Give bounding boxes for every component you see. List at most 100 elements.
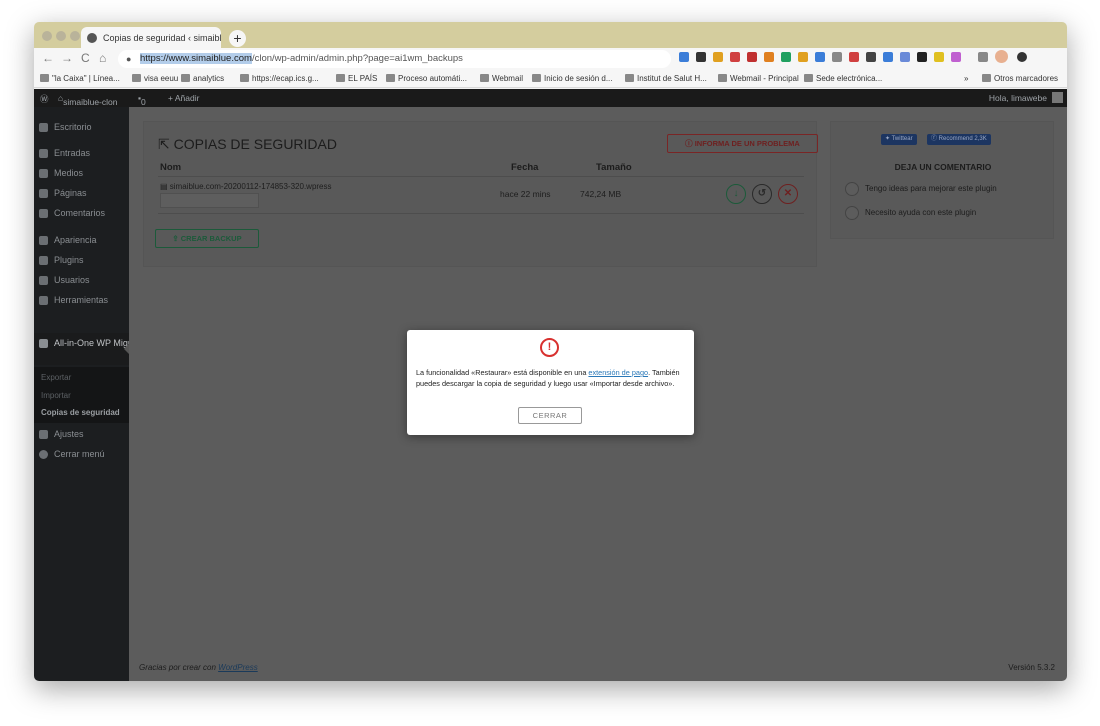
sidebar-item-usuarios[interactable]: Usuarios	[34, 270, 129, 290]
extension-icon[interactable]	[679, 52, 689, 62]
back-button[interactable]: ←	[42, 51, 54, 65]
sidebar-item-paginas[interactable]: Páginas	[34, 183, 129, 203]
sidebar-item-herramientas[interactable]: Herramientas	[34, 290, 129, 310]
paid-extension-link[interactable]: extensión de pago	[588, 368, 648, 377]
sidebar-item-medios[interactable]: Medios	[34, 163, 129, 183]
submenu-copias[interactable]: Copias de seguridad	[41, 408, 120, 417]
bookmark-item[interactable]: EL PAÍS	[336, 74, 377, 83]
feedback-option-radio[interactable]	[845, 182, 859, 196]
bookmark-item[interactable]: "la Caixa" | Línea...	[40, 74, 120, 83]
footer-thanks: Gracias por crear con WordPress	[139, 663, 258, 672]
browser-tab[interactable]: Copias de seguridad ‹ simaiblu ×	[81, 27, 221, 48]
lock-icon: ●	[126, 54, 132, 64]
sidebar-item-escritorio[interactable]: Escritorio	[34, 117, 129, 137]
comment-icon	[39, 209, 48, 218]
wordpress-link[interactable]: WordPress	[218, 663, 258, 672]
globe-icon	[625, 74, 634, 82]
wp-admin-bar: Ⓦ ⌂ simaiblue-clon ▪ 0 + Añadir Hola, li…	[34, 89, 1067, 107]
delete-button[interactable]: ✕	[778, 184, 798, 204]
export-icon: ⇱	[158, 136, 174, 152]
wordpress-logo-icon[interactable]: Ⓦ	[40, 93, 49, 105]
sidebar-item-comentarios[interactable]: Comentarios	[34, 203, 129, 223]
bookmark-item[interactable]: https://ecap.ics.g...	[240, 74, 319, 83]
feedback-option-label[interactable]: Tengo ideas para mejorar este plugin	[865, 184, 997, 193]
bookmarks-overflow[interactable]: »	[964, 74, 968, 83]
brush-icon	[39, 236, 48, 245]
extension-icon[interactable]	[849, 52, 859, 62]
window-close-button[interactable]	[42, 31, 52, 41]
address-bar[interactable]: ● https://www.simaiblue.com/clon/wp-admi…	[118, 50, 671, 68]
extension-icon[interactable]	[832, 52, 842, 62]
extension-icon[interactable]	[713, 52, 723, 62]
submenu-exportar[interactable]: Exportar	[41, 373, 71, 382]
bookmark-favicon-icon	[532, 74, 541, 82]
close-icon: ✕	[783, 188, 793, 199]
extension-icon[interactable]	[764, 52, 774, 62]
avatar[interactable]	[1052, 92, 1063, 103]
column-tamano: Tamaño	[596, 162, 632, 173]
profile-avatar-icon[interactable]	[995, 50, 1008, 63]
comments-link[interactable]: ▪ 0	[138, 93, 146, 107]
sidebar-item-entradas[interactable]: Entradas	[34, 143, 129, 163]
restore-button[interactable]: ↺	[752, 184, 772, 204]
extension-icon[interactable]	[934, 52, 944, 62]
extension-icon[interactable]	[866, 52, 876, 62]
window-zoom-button[interactable]	[70, 31, 80, 41]
feedback-option-label[interactable]: Necesito ayuda con este plugin	[865, 208, 976, 217]
other-bookmarks[interactable]: Otros marcadores	[982, 74, 1058, 83]
extension-icon[interactable]	[781, 52, 791, 62]
backup-filename: ▤ simaiblue.com-20200112-174853-320.wpre…	[160, 182, 332, 191]
user-icon	[39, 276, 48, 285]
extension-icon[interactable]	[900, 52, 910, 62]
bookmark-item[interactable]: Webmail - Principal	[718, 74, 799, 83]
backup-label-input[interactable]	[160, 193, 259, 208]
menu-icon[interactable]	[1017, 52, 1027, 62]
sidebar-item-plugins[interactable]: Plugins	[34, 250, 129, 270]
sidebar-item-apariencia[interactable]: Apariencia	[34, 230, 129, 250]
facebook-recommend-button[interactable]: ⓕ Recommend 2,3K	[927, 134, 991, 145]
extension-icon[interactable]	[951, 52, 961, 62]
reload-button[interactable]: C	[81, 51, 90, 65]
extension-icon[interactable]	[815, 52, 825, 62]
wrench-icon	[39, 296, 48, 305]
bookmark-item[interactable]: Proceso automáti...	[386, 74, 467, 83]
report-problem-button[interactable]: ⓘ INFORMA DE UN PROBLEMA	[667, 134, 818, 153]
dashboard-icon	[39, 123, 48, 132]
bookmark-folder[interactable]: visa eeuu	[132, 74, 178, 83]
collapse-menu-button[interactable]: Cerrar menú	[34, 444, 129, 464]
add-new-link[interactable]: + Añadir	[168, 93, 199, 103]
submenu-importar[interactable]: Importar	[41, 391, 71, 400]
twitter-button[interactable]: ✦ Twittear	[881, 134, 917, 145]
bookmark-folder[interactable]: analytics	[181, 74, 224, 83]
sidebar-item-ajustes[interactable]: Ajustes	[34, 424, 129, 444]
browser-toolbar: ← → C ⌂ ● https://www.simaiblue.com/clon…	[34, 48, 1067, 70]
file-icon: ▤	[160, 182, 170, 191]
extension-icon[interactable]	[730, 52, 740, 62]
forward-button[interactable]: →	[61, 51, 73, 65]
bookmark-item[interactable]: Webmail	[480, 74, 523, 83]
home-button[interactable]: ⌂	[99, 51, 106, 65]
extension-icon[interactable]	[917, 52, 927, 62]
column-nom: Nom	[160, 162, 182, 173]
site-name-link[interactable]: ⌂ simaiblue-clon	[58, 93, 117, 107]
bookmark-favicon-icon	[386, 74, 395, 82]
feedback-option-radio[interactable]	[845, 206, 859, 220]
window-minimize-button[interactable]	[56, 31, 66, 41]
new-tab-button[interactable]: +	[229, 30, 246, 47]
extension-icon[interactable]	[747, 52, 757, 62]
create-backup-button[interactable]: ⇪ CREAR BACKUP	[155, 229, 259, 248]
extension-icon[interactable]	[696, 52, 706, 62]
bookmark-item[interactable]: Institut de Salut H...	[625, 74, 707, 83]
close-modal-button[interactable]: CERRAR	[518, 407, 582, 424]
extension-icon[interactable]	[798, 52, 808, 62]
table-divider	[158, 213, 804, 214]
bookmark-item[interactable]: Sede electrónica...	[804, 74, 882, 83]
restore-icon: ↺	[757, 188, 767, 199]
sidebar-item-all-in-one[interactable]: All-in-One WP Migration	[34, 333, 150, 365]
extension-icon[interactable]	[883, 52, 893, 62]
modal-message: La funcionalidad «Restaurar» está dispon…	[416, 368, 680, 388]
bookmark-item[interactable]: Inicio de sesión d...	[532, 74, 612, 83]
user-greeting[interactable]: Hola, limawebe	[989, 93, 1047, 103]
download-button[interactable]: ↓	[726, 184, 746, 204]
extension-icon[interactable]	[978, 52, 988, 62]
